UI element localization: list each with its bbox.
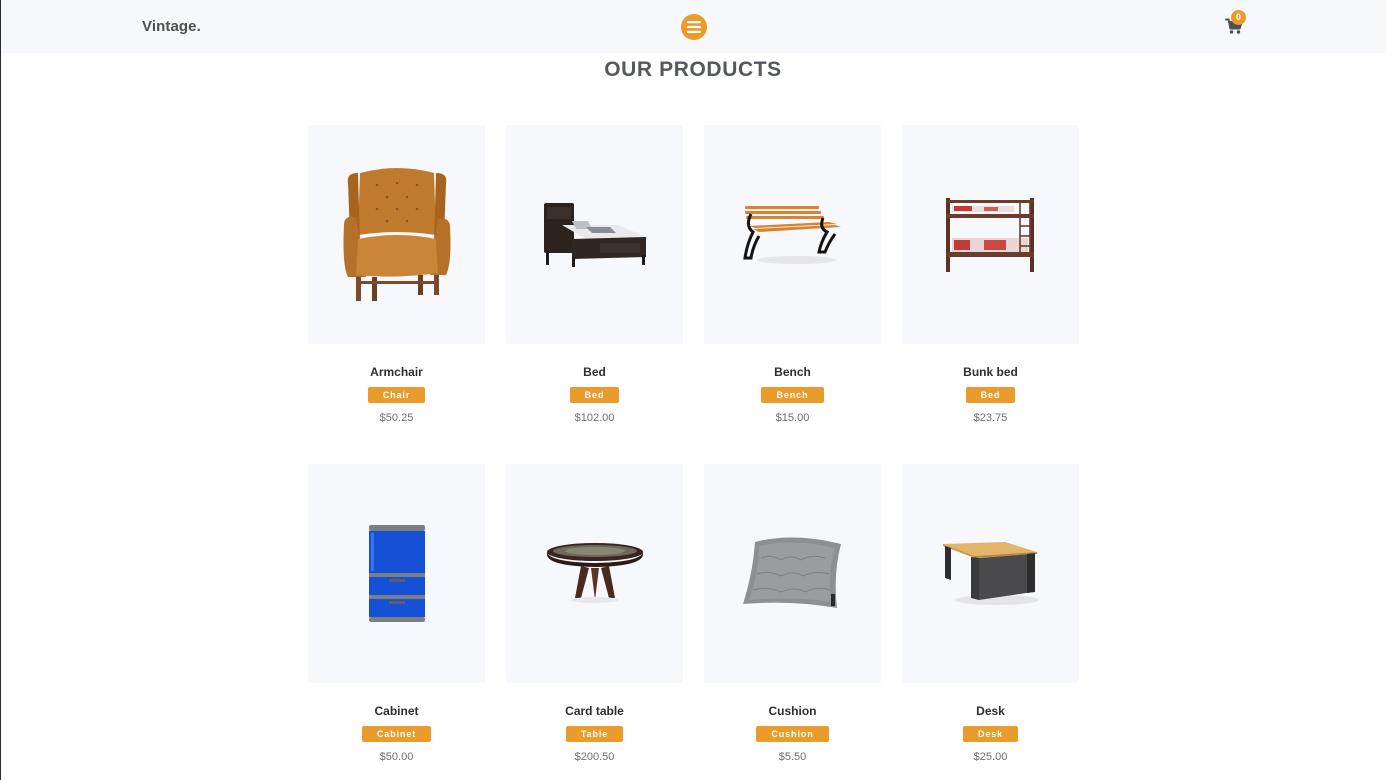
product-card[interactable]: Cabinet Cabinet $50.00 (308, 464, 485, 763)
product-category-badge[interactable]: Cushion (756, 726, 829, 742)
product-category-badge[interactable]: Desk (962, 726, 1019, 742)
product-category-badge[interactable]: Bed (569, 387, 620, 403)
product-category-badge[interactable]: Table (565, 726, 624, 742)
product-category-badge[interactable]: Chair (367, 387, 426, 403)
product-card[interactable]: Card table Table $200.50 (506, 464, 683, 763)
cushion-image (742, 536, 841, 608)
cabinet-image (368, 524, 425, 622)
product-price: $5.50 (778, 751, 807, 763)
product-name[interactable]: Bench (704, 365, 881, 379)
product-card[interactable]: Bunk bed Bed $23.75 (902, 125, 1079, 424)
product-card[interactable]: Cushion Cushion $5.50 (704, 464, 881, 763)
product-card[interactable]: Bed Bed $102.00 (506, 125, 683, 424)
product-image-frame[interactable] (704, 125, 881, 344)
bunk-bed-image (945, 197, 1034, 272)
product-image-frame[interactable] (902, 125, 1079, 344)
product-name[interactable]: Bunk bed (902, 365, 1079, 379)
product-grid: Armchair Chair $50.25 Bed Bed $102.00 Be… (308, 125, 1079, 763)
product-price: $50.00 (379, 751, 414, 763)
menu-toggle-button[interactable] (681, 14, 707, 40)
armchair-image (343, 167, 450, 301)
product-name[interactable]: Cabinet (308, 704, 485, 718)
product-image-frame[interactable] (308, 464, 485, 683)
product-name[interactable]: Armchair (308, 365, 485, 379)
section-title: OUR PRODUCTS (604, 58, 782, 81)
product-price: $15.00 (775, 412, 810, 424)
product-category-badge[interactable]: Cabinet (361, 726, 432, 742)
product-price: $102.00 (574, 412, 615, 424)
bench-image (742, 205, 841, 264)
product-category-badge[interactable]: Bench (761, 387, 824, 403)
product-price: $25.00 (973, 751, 1008, 763)
product-price: $200.50 (574, 751, 615, 763)
desk-image (942, 541, 1039, 605)
product-name[interactable]: Desk (902, 704, 1079, 718)
product-image-frame[interactable] (902, 464, 1079, 683)
product-category-badge[interactable]: Bed (965, 387, 1016, 403)
product-image-frame[interactable] (506, 464, 683, 683)
product-card[interactable]: Desk Desk $25.00 (902, 464, 1079, 763)
product-price: $23.75 (973, 412, 1008, 424)
product-image-frame[interactable] (704, 464, 881, 683)
product-card[interactable]: Bench Bench $15.00 (704, 125, 881, 424)
top-nav-bar: Vintage. (1, 0, 1386, 53)
product-name[interactable]: Cushion (704, 704, 881, 718)
page-edge-rule (0, 0, 1, 780)
product-image-frame[interactable] (308, 125, 485, 344)
brand-logo-link[interactable]: Vintage. (142, 18, 201, 35)
product-name[interactable]: Bed (506, 365, 683, 379)
bed-image (543, 202, 646, 267)
product-price: $50.25 (379, 412, 414, 424)
cart-count-badge: 0 (1231, 10, 1246, 25)
card-table-image (546, 542, 643, 603)
product-name[interactable]: Card table (506, 704, 683, 718)
product-image-frame[interactable] (506, 125, 683, 344)
hamburger-menu-icon (687, 21, 701, 33)
product-card[interactable]: Armchair Chair $50.25 (308, 125, 485, 424)
